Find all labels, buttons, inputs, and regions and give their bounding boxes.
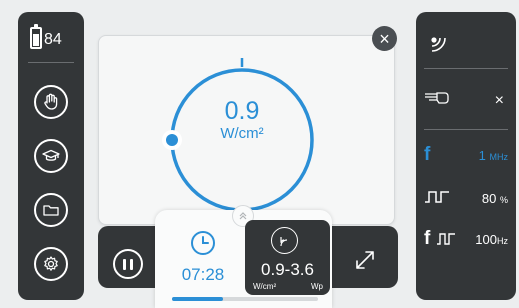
duty-cycle-row[interactable]: 80 %	[416, 183, 516, 213]
intensity-unit: W/cm²	[220, 125, 264, 142]
graduation-cap-icon	[42, 149, 60, 161]
intensity-unit-right: Wp	[311, 282, 323, 291]
expand-icon[interactable]	[352, 247, 378, 273]
settings-gear-icon	[44, 256, 58, 271]
applicator-row[interactable]: ×	[416, 86, 516, 116]
battery-icon	[30, 24, 42, 49]
ultrasound-icon	[271, 227, 298, 254]
clock-icon	[191, 231, 215, 255]
pause-icon	[123, 258, 126, 270]
timer-progress-fill	[172, 297, 224, 301]
settings-button[interactable]	[34, 247, 68, 281]
pulse-frequency-value: 100	[475, 232, 497, 247]
hand-button[interactable]	[34, 85, 68, 119]
left-divider	[28, 62, 74, 63]
duty-cycle-value: 80	[481, 191, 497, 206]
frequency-row[interactable]: f 1 MHz	[416, 140, 516, 170]
ultrasound-head-icon[interactable]	[426, 30, 452, 56]
intensity-value: 0.9	[224, 97, 260, 125]
frequency-unit: MHz	[489, 152, 509, 162]
left-sidebar: 84	[18, 12, 84, 300]
intensity-unit-left: W/cm²	[253, 282, 277, 291]
hand-icon	[44, 93, 58, 110]
battery-level: 84	[44, 31, 62, 48]
timer-value: 07:28	[181, 265, 225, 284]
pulse-frequency-unit: Hz	[497, 236, 508, 246]
chevron-up-icon	[239, 212, 247, 220]
close-icon: ×	[379, 28, 390, 49]
timer-progress	[172, 297, 318, 301]
pulse-wave-small-icon	[437, 233, 455, 245]
education-button[interactable]	[34, 139, 68, 173]
pulse-wave-icon	[425, 191, 449, 203]
pulse-frequency-label: f	[424, 228, 431, 249]
battery-indicator: 84	[30, 24, 62, 49]
intensity-units: W/cm² Wp	[253, 282, 323, 291]
folder-icon	[43, 205, 59, 216]
duty-cycle-unit: %	[499, 195, 508, 205]
pulse-frequency-row[interactable]: f 100Hz	[416, 224, 516, 254]
intensity-range: 0.9-3.6	[261, 260, 314, 279]
right-parameters-panel: × f 1 MHz 80 % f 100Hz	[416, 12, 516, 300]
frequency-value: 1	[478, 148, 486, 163]
folder-button[interactable]	[34, 193, 68, 227]
close-dialog-button[interactable]: ×	[372, 26, 397, 51]
applicator-close-icon[interactable]: ×	[495, 92, 504, 110]
pause-button[interactable]	[113, 249, 143, 279]
applicator-icon	[425, 92, 449, 104]
frequency-label: f	[424, 144, 431, 165]
